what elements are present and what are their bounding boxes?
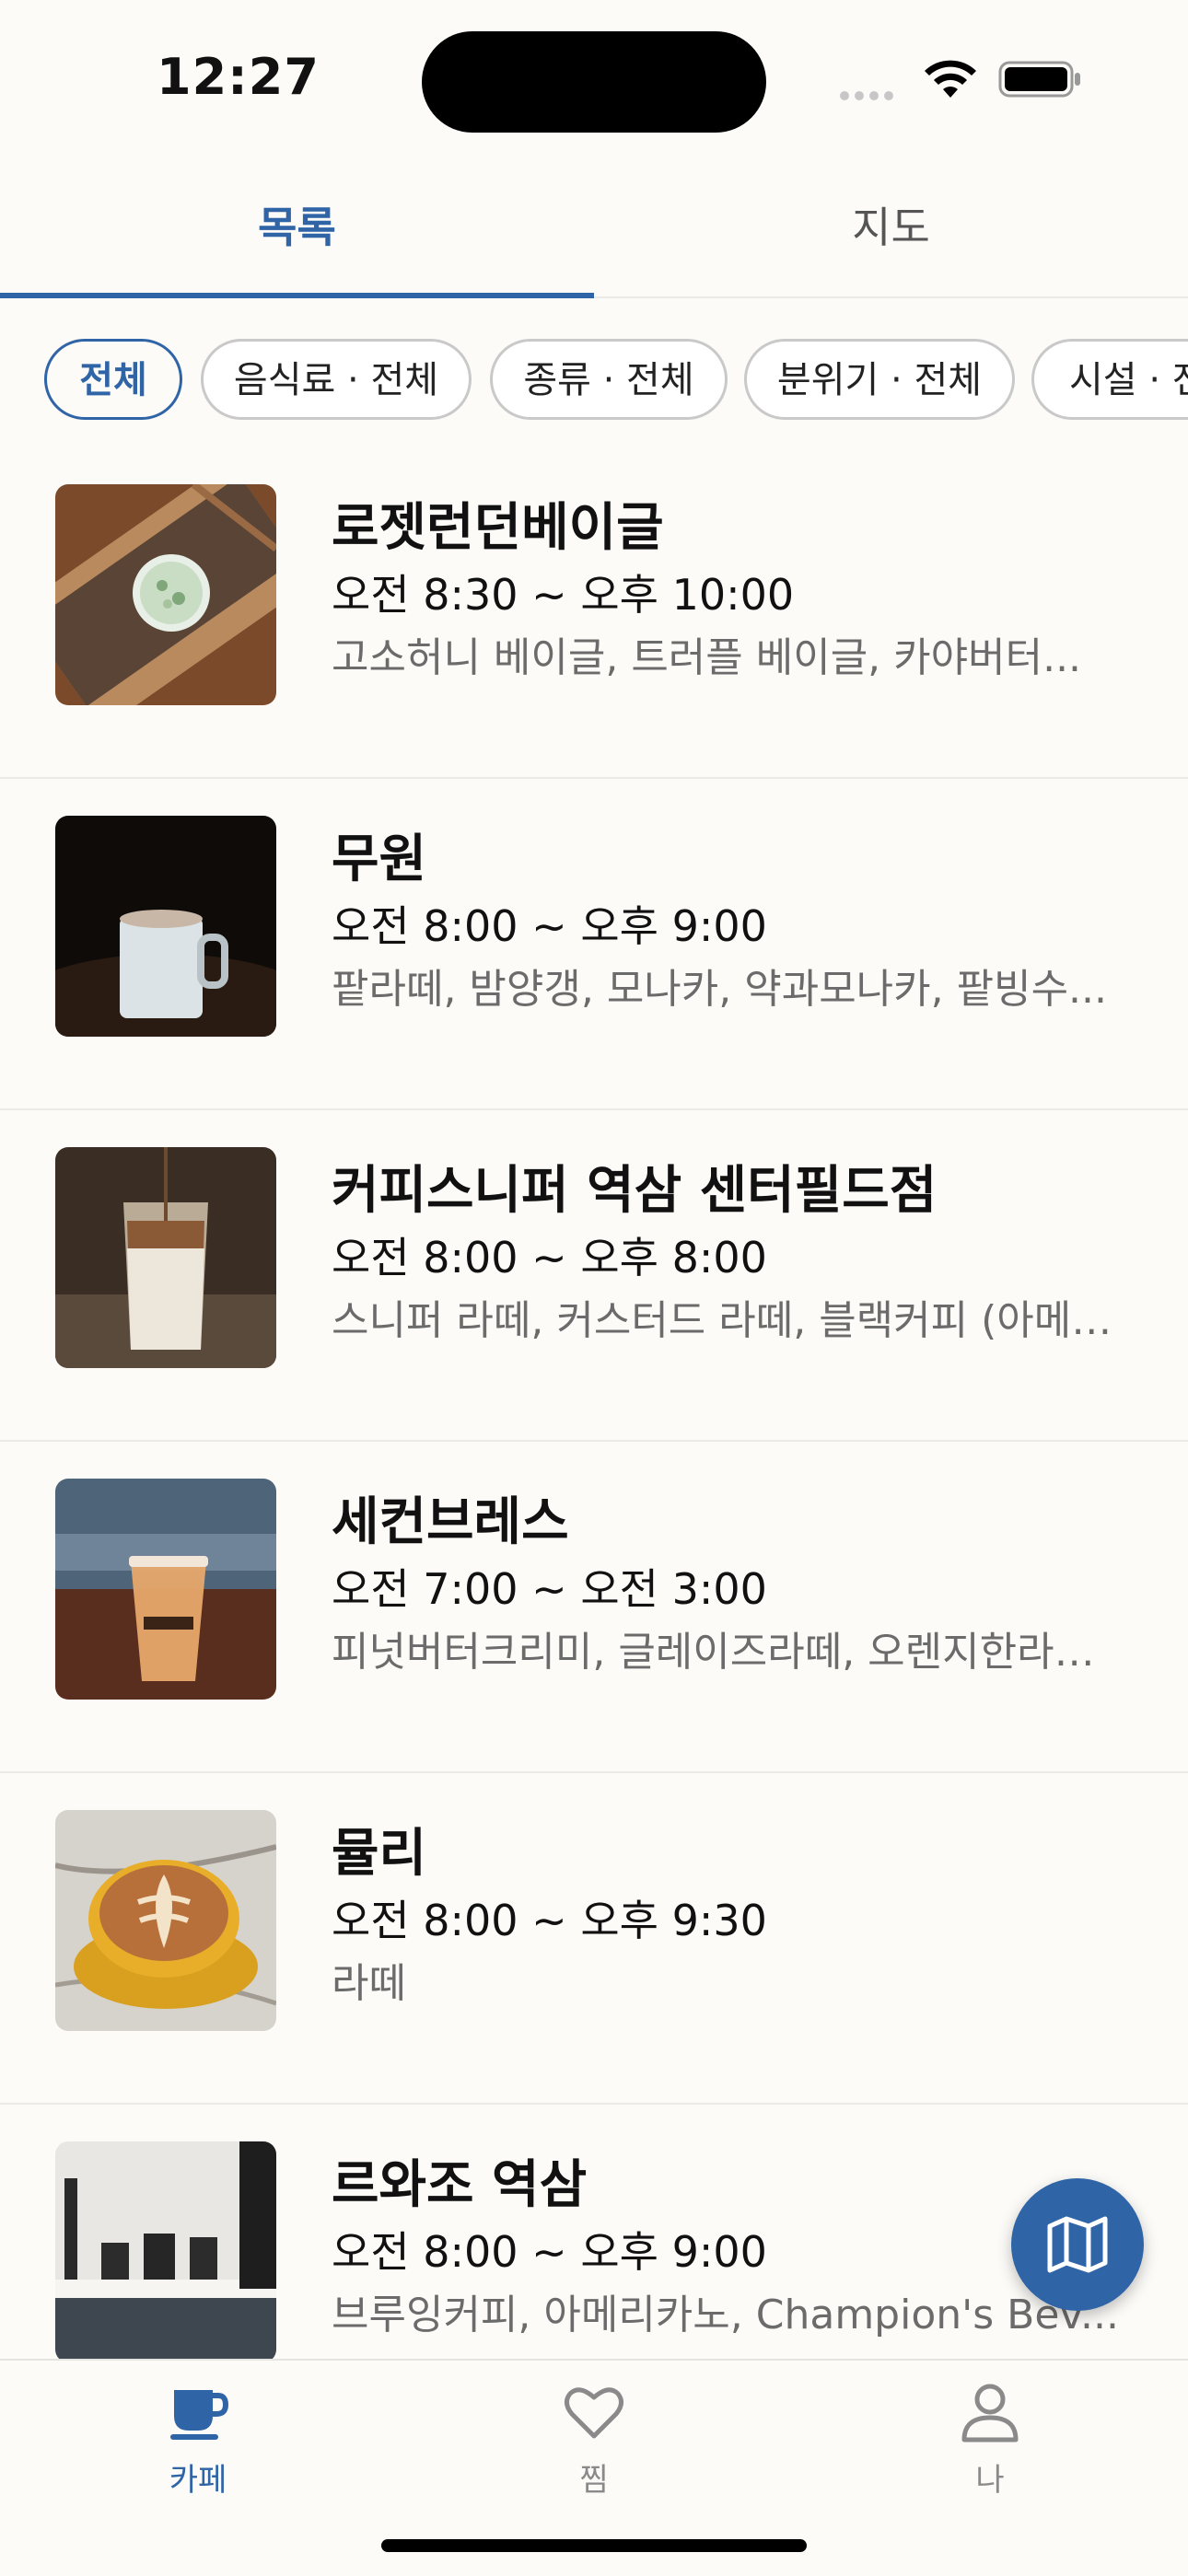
dynamic-island (422, 31, 766, 133)
cafe-photo (55, 1479, 276, 1700)
home-indicator[interactable] (381, 2539, 807, 2552)
cafe-name: 무원 (332, 830, 427, 889)
nav-label-cafe: 카페 (169, 2462, 227, 2499)
filter-chip-facility[interactable]: 시설 · 전체 (1031, 339, 1188, 420)
cafe-menu: 고소허니 베이글, 트러플 베이글, 카야버터... (332, 634, 1082, 681)
coffee-cup-icon (170, 2390, 229, 2440)
cafe-row[interactable]: 뮬리 오전 8:00 ~ 오후 9:30 라떼 (0, 1773, 1188, 2105)
cafe-hours: 오전 8:00 ~ 오후 8:00 (332, 1233, 767, 1282)
cafe-menu: 라떼 (332, 1960, 406, 2007)
wifi-icon (925, 60, 976, 98)
filter-chip-food[interactable]: 음식료 · 전체 (201, 339, 472, 420)
filter-chip-mood[interactable]: 분위기 · 전체 (744, 339, 1015, 420)
cafe-name: 로젯런던베이글 (332, 498, 664, 558)
active-tab-indicator (0, 293, 594, 298)
cafe-row[interactable]: 무원 오전 8:00 ~ 오후 9:00 팥라떼, 밤양갱, 모나카, 약과모나… (0, 779, 1188, 1110)
cafe-menu: 스니퍼 라떼, 커스터드 라떼, 블랙커피 (아메… (332, 1297, 1112, 1344)
cafe-name: 커피스니퍼 역삼 센터필드점 (332, 1161, 938, 1221)
cafe-name: 세컨브레스 (332, 1492, 569, 1552)
person-icon (961, 2384, 1019, 2443)
nav-tab-favorites[interactable]: 찜 (396, 2379, 792, 2500)
cafe-menu: 팥라떼, 밤양갱, 모나카, 약과모나카, 팥빙수... (332, 966, 1108, 1013)
battery-icon (998, 61, 1080, 98)
cafe-list[interactable]: 로젯런던베이글 오전 8:30 ~ 오후 10:00 고소허니 베이글, 트러플… (0, 447, 1188, 2359)
cellular-signal-icon (840, 87, 899, 104)
nav-label-me: 나 (975, 2462, 1005, 2499)
cafe-hours: 오전 8:00 ~ 오후 9:00 (332, 901, 767, 951)
cafe-row[interactable]: 세컨브레스 오전 7:00 ~ 오전 3:00 피넛버터크리미, 글레이즈라떼,… (0, 1442, 1188, 1773)
cafe-photo (55, 484, 276, 705)
tab-map[interactable]: 지도 (594, 177, 1188, 296)
view-tabs: 목록 지도 (0, 177, 1188, 298)
map-icon (1047, 2216, 1108, 2273)
cafe-hours: 오전 7:00 ~ 오전 3:00 (332, 1564, 767, 1614)
cafe-name: 뮬리 (332, 1824, 427, 1884)
cafe-photo (55, 1147, 276, 1368)
cafe-photo (55, 1810, 276, 2031)
heart-icon (565, 2387, 623, 2439)
cafe-menu: 피넛버터크리미, 글레이즈라떼, 오렌지한라… (332, 1629, 1095, 1676)
cafe-name: 르와조 역삼 (332, 2155, 588, 2215)
status-time: 12:27 (157, 48, 320, 106)
map-view-button[interactable] (1011, 2178, 1144, 2311)
cafe-hours: 오전 8:00 ~ 오후 9:00 (332, 2227, 767, 2277)
tab-list[interactable]: 목록 (0, 177, 594, 296)
nav-tab-cafe[interactable]: 카페 (0, 2379, 396, 2500)
nav-label-favorites: 찜 (579, 2462, 609, 2499)
filter-chip-bar[interactable]: 전체 음식료 · 전체 종류 · 전체 분위기 · 전체 시설 · 전체 (0, 339, 1188, 427)
nav-tab-me[interactable]: 나 (792, 2379, 1188, 2500)
cafe-row[interactable]: 로젯런던베이글 오전 8:30 ~ 오후 10:00 고소허니 베이글, 트러플… (0, 447, 1188, 779)
cafe-hours: 오전 8:00 ~ 오후 9:30 (332, 1896, 767, 1945)
cafe-row[interactable]: 커피스니퍼 역삼 센터필드점 오전 8:00 ~ 오후 8:00 스니퍼 라떼,… (0, 1110, 1188, 1442)
filter-chip-all[interactable]: 전체 (44, 339, 182, 420)
cafe-hours: 오전 8:30 ~ 오후 10:00 (332, 570, 795, 620)
status-bar: 12:27 (0, 0, 1188, 157)
cafe-menu: 브루잉커피, 아메리카노, Champion's Bev... (332, 2292, 1119, 2338)
cafe-row[interactable]: 르와조 역삼 오전 8:00 ~ 오후 9:00 브루잉커피, 아메리카노, C… (0, 2105, 1188, 2359)
filter-chip-type[interactable]: 종류 · 전체 (490, 339, 728, 420)
cafe-photo (55, 2141, 276, 2359)
cafe-photo (55, 816, 276, 1037)
